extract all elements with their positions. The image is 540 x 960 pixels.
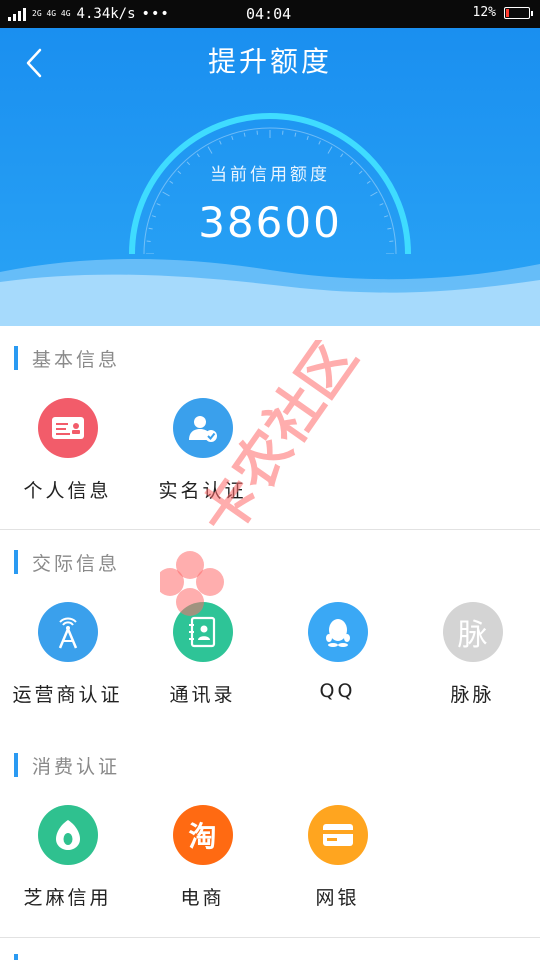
personal-info-item[interactable]: 个人信息 [0, 398, 135, 503]
gauge-tick [231, 135, 234, 141]
item-label: 芝麻信用 [23, 887, 112, 909]
contacts-item[interactable]: 通讯录 [135, 602, 270, 707]
section-accent-bar [14, 550, 18, 574]
online-bank-item[interactable]: 网银 [270, 805, 405, 910]
gauge-tick [219, 140, 222, 145]
section-divider [0, 529, 540, 530]
gauge-tick [340, 153, 344, 158]
gauge-tick [162, 191, 170, 197]
signal-tower-icon [37, 602, 98, 662]
item-label: 通讯录 [169, 684, 236, 706]
network-type: 2G 4G 4G [32, 9, 71, 18]
contacts-book-icon [172, 602, 233, 662]
taobao-glyph: 淘 [188, 820, 217, 853]
section-header: 消费认证 [14, 753, 121, 778]
battery-percent: 12% [472, 5, 496, 20]
verified-user-icon [172, 398, 233, 458]
signal-icon [8, 7, 26, 21]
clock: 04:04 [246, 5, 292, 23]
section-social-info: 交际信息 运营商认证 通讯录 QQ 脉 脉脉 [0, 550, 540, 736]
bank-card-icon [307, 805, 368, 865]
section-header: 基本信息 [14, 346, 121, 371]
section-accent-bar [14, 753, 18, 777]
gauge-tick [370, 191, 378, 197]
battery-fill [506, 8, 509, 17]
maimai-item[interactable]: 脉 脉脉 [405, 602, 540, 707]
section-divider [0, 937, 540, 938]
gauge-tick [243, 132, 246, 137]
item-label: 电商 [180, 887, 225, 909]
section-basic-info: 基本信息 个人信息 实名认证 [0, 346, 540, 530]
gauge-tick [294, 132, 297, 137]
item-label: 实名认证 [158, 480, 247, 502]
gauge-tick [318, 140, 321, 145]
status-right: 12% [472, 5, 533, 20]
notification-dots: ••• [141, 6, 170, 22]
section-header: 交际信息 [14, 550, 121, 575]
battery-icon [504, 6, 533, 19]
id-card-icon [37, 398, 98, 458]
sesame-credit-icon [37, 805, 98, 865]
maimai-icon: 脉 [442, 602, 503, 662]
maimai-glyph: 脉 [457, 618, 488, 653]
carrier-auth-item[interactable]: 运营商认证 [0, 602, 135, 707]
qq-item[interactable]: QQ [270, 602, 405, 702]
item-label: 个人信息 [23, 480, 112, 502]
ecommerce-item[interactable]: 淘 电商 [135, 805, 270, 910]
credit-value: 38600 [198, 198, 342, 247]
credit-label: 当前信用额度 [210, 165, 330, 185]
next-section-accent-bar [14, 954, 18, 960]
item-label: QQ [319, 680, 356, 702]
item-label: 脉脉 [450, 684, 495, 706]
real-name-auth-item[interactable]: 实名认证 [135, 398, 270, 503]
section-title: 基本信息 [32, 348, 121, 371]
sesame-credit-item[interactable]: 芝麻信用 [0, 805, 135, 910]
status-left: 2G 4G 4G 4.34k/s ••• [8, 6, 170, 22]
item-label: 网银 [315, 887, 360, 909]
taobao-icon: 淘 [172, 805, 233, 865]
gauge-tick [196, 153, 200, 158]
network-speed: 4.34k/s [76, 6, 136, 22]
credit-header: 提升额度 当前信用额度 38600 [0, 28, 540, 326]
section-accent-bar [14, 346, 18, 370]
qq-penguin-icon [307, 602, 368, 662]
status-bar: 2G 4G 4G 4.34k/s ••• 04:04 12% [0, 0, 540, 28]
section-title: 消费认证 [32, 755, 121, 778]
gauge-tick [327, 146, 333, 154]
gauge-tick [207, 146, 213, 154]
page-title: 提升额度 [207, 45, 332, 78]
section-consumption-auth: 消费认证 芝麻信用 淘 电商 网银 [0, 753, 540, 937]
gauge-tick [306, 135, 309, 141]
item-label: 运营商认证 [12, 684, 123, 706]
section-title: 交际信息 [32, 552, 121, 575]
header-waves [0, 259, 540, 326]
